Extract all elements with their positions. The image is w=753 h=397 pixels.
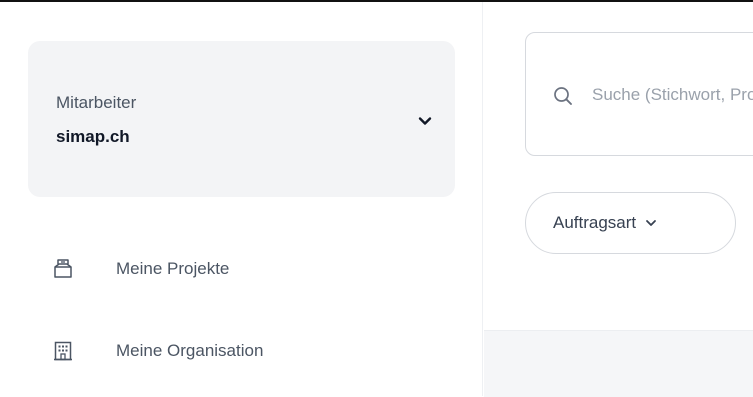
sidebar-item-label: Meine Organisation (116, 341, 264, 360)
org-switcher[interactable]: Mitarbeiter simap.ch (28, 41, 455, 197)
filter-auftragsart-label: Auftragsart (553, 213, 637, 232)
chevron-down-icon (418, 117, 432, 125)
sidebar-item-meine-organisation[interactable]: Meine Organisation (52, 333, 263, 369)
org-name: simap.ch (56, 127, 130, 146)
results-area (484, 330, 753, 397)
search-input[interactable] (592, 77, 753, 113)
search-icon (554, 87, 572, 105)
building-icon (52, 340, 74, 362)
search-box[interactable] (525, 32, 753, 156)
org-role-label: Mitarbeiter (56, 93, 137, 112)
folder-open-icon (52, 258, 74, 280)
sidebar-item-label: Meine Projekte (116, 259, 230, 278)
main-content: Auftragsart (484, 2, 753, 397)
chevron-down-icon (646, 220, 657, 226)
sidebar-item-meine-projekte[interactable]: Meine Projekte (52, 251, 229, 287)
sidebar: Mitarbeiter simap.ch Meine Projekte Mein… (0, 2, 483, 396)
filter-auftragsart-button[interactable]: Auftragsart (525, 192, 736, 254)
